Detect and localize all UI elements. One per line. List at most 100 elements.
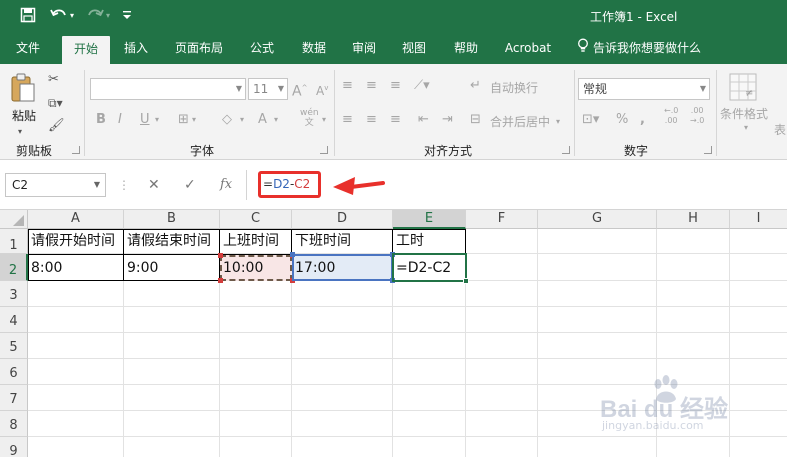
merge-dropdown-icon[interactable]: ▾ [556, 112, 560, 132]
clipboard-launcher-icon[interactable] [72, 146, 80, 154]
cell-d2[interactable]: 17:00 [292, 255, 392, 281]
column-header-c[interactable]: C [220, 210, 292, 229]
italic-button[interactable]: I [118, 110, 122, 130]
undo-dropdown-icon[interactable]: ▾ [70, 7, 74, 25]
decrease-indent-icon[interactable]: ⇤ [418, 110, 429, 130]
tab-review[interactable]: 审阅 [342, 34, 386, 64]
cell-c1[interactable]: 上班时间 [220, 229, 292, 254]
fill-dropdown-icon[interactable]: ▾ [240, 110, 244, 130]
percent-button[interactable]: % [616, 110, 628, 130]
bold-button[interactable]: B [96, 110, 106, 130]
format-as-table-button[interactable]: 表 [774, 120, 786, 140]
wrap-text-button[interactable]: 自动换行 [490, 78, 538, 98]
fill-color-icon[interactable]: ◇ [222, 110, 232, 130]
font-name-combo[interactable]: ▼ [90, 78, 246, 100]
undo-icon[interactable] [50, 7, 68, 27]
font-launcher-icon[interactable] [320, 146, 328, 154]
row-header-3[interactable]: 3 [0, 281, 28, 307]
orientation-icon[interactable]: ⟋▾ [414, 76, 430, 96]
formula-input[interactable]: =D2-C2 [258, 171, 321, 198]
underline-button[interactable]: U [140, 110, 150, 130]
align-middle-icon[interactable]: ≡ [366, 76, 377, 96]
phonetic-dropdown-icon[interactable]: ▾ [322, 110, 326, 130]
column-header-d[interactable]: D [292, 210, 393, 229]
font-color-dropdown-icon[interactable]: ▾ [274, 110, 278, 130]
decrease-font-icon[interactable]: Av [316, 78, 328, 101]
tab-file[interactable]: 文件 [6, 34, 50, 64]
tab-insert[interactable]: 插入 [114, 34, 158, 64]
tab-acrobat[interactable]: Acrobat [498, 34, 558, 64]
alignment-launcher-icon[interactable] [562, 146, 570, 154]
column-header-f[interactable]: F [466, 210, 538, 229]
cell-b2[interactable]: 9:00 [124, 255, 219, 281]
number-format-combo[interactable]: 常规 ▼ [578, 78, 710, 100]
column-header-b[interactable]: B [124, 210, 220, 229]
merge-center-icon[interactable]: ⊟ [470, 110, 481, 130]
save-icon[interactable] [20, 7, 36, 27]
align-center-icon[interactable]: ≡ [366, 110, 377, 130]
tab-page-layout[interactable]: 页面布局 [166, 34, 232, 64]
align-right-icon[interactable]: ≡ [390, 110, 401, 130]
align-top-icon[interactable]: ≡ [342, 76, 353, 96]
merge-center-button[interactable]: 合并后居中 [490, 112, 550, 132]
tab-formulas[interactable]: 公式 [240, 34, 284, 64]
cell-a1[interactable]: 请假开始时间 [29, 229, 124, 254]
format-painter-icon[interactable]: 🖌 [48, 116, 65, 136]
tell-me-box[interactable]: 告诉我你想要做什么 [577, 34, 701, 64]
tab-help[interactable]: 帮助 [444, 34, 488, 64]
font-size-combo[interactable]: 11 ▼ [248, 78, 288, 100]
cut-icon[interactable]: ✂ [48, 70, 59, 90]
insert-function-button[interactable]: fx [220, 175, 232, 195]
number-launcher-icon[interactable] [704, 146, 712, 154]
borders-icon[interactable]: ⊞ [178, 110, 189, 130]
row-header-4[interactable]: 4 [0, 307, 28, 333]
tab-view[interactable]: 视图 [392, 34, 436, 64]
column-header-e[interactable]: E [393, 210, 466, 229]
redo-icon[interactable] [86, 7, 104, 27]
cancel-icon[interactable]: ✕ [148, 175, 160, 195]
column-header-i[interactable]: I [730, 210, 787, 229]
column-header-a[interactable]: A [28, 210, 124, 229]
wrap-text-icon[interactable]: ↵ [470, 76, 481, 96]
increase-font-icon[interactable]: A^ [292, 78, 307, 102]
copy-icon[interactable]: ⧉▾ [48, 93, 63, 113]
row-header-8[interactable]: 8 [0, 411, 28, 437]
name-box[interactable]: C2 ▼ [5, 173, 106, 197]
underline-dropdown-icon[interactable]: ▾ [155, 110, 159, 130]
column-header-g[interactable]: G [538, 210, 657, 229]
row-header-7[interactable]: 7 [0, 385, 28, 411]
currency-icon[interactable]: ⊡▾ [582, 110, 599, 130]
increase-decimal-icon[interactable]: ←.0.00 [664, 106, 678, 126]
enter-icon[interactable]: ✓ [184, 175, 196, 195]
cell-b1[interactable]: 请假结束时间 [124, 229, 220, 254]
cell-c2[interactable]: 10:00 [220, 255, 291, 281]
row-header-5[interactable]: 5 [0, 333, 28, 359]
decrease-decimal-icon[interactable]: .00 →.0 [690, 106, 704, 126]
row-header-2[interactable]: 2 [0, 254, 28, 281]
select-all-corner[interactable] [0, 210, 28, 229]
increase-indent-icon[interactable]: ⇥ [442, 110, 453, 130]
column-header-h[interactable]: H [657, 210, 730, 229]
row-header-1[interactable]: 1 [0, 229, 28, 254]
paste-icon[interactable] [10, 72, 36, 107]
paste-button[interactable]: 粘贴 [12, 106, 36, 126]
paste-dropdown-icon[interactable]: ▾ [18, 122, 22, 142]
align-left-icon[interactable]: ≡ [342, 110, 353, 130]
cell-e2[interactable]: =D2-C2 [393, 255, 465, 281]
worksheet-grid[interactable]: A B C D E F G H I 1 2 3 4 5 6 7 8 9 请假开始… [0, 210, 787, 457]
conditional-format-dropdown-icon[interactable]: ▾ [744, 118, 748, 138]
align-bottom-icon[interactable]: ≡ [390, 76, 401, 96]
cell-d1[interactable]: 下班时间 [292, 229, 393, 254]
tab-data[interactable]: 数据 [292, 34, 336, 64]
font-color-icon[interactable]: A [258, 110, 267, 130]
comma-button[interactable]: , [640, 110, 645, 130]
phonetic-icon[interactable]: wén 文 [300, 108, 319, 128]
row-header-9[interactable]: 9 [0, 437, 28, 457]
borders-dropdown-icon[interactable]: ▾ [192, 110, 196, 130]
tab-home[interactable]: 开始 [62, 36, 110, 64]
row-header-6[interactable]: 6 [0, 359, 28, 385]
cell-a2[interactable]: 8:00 [28, 255, 123, 281]
redo-dropdown-icon[interactable]: ▾ [106, 7, 110, 25]
customize-icon[interactable] [122, 7, 132, 28]
cell-e1[interactable]: 工时 [393, 229, 466, 254]
